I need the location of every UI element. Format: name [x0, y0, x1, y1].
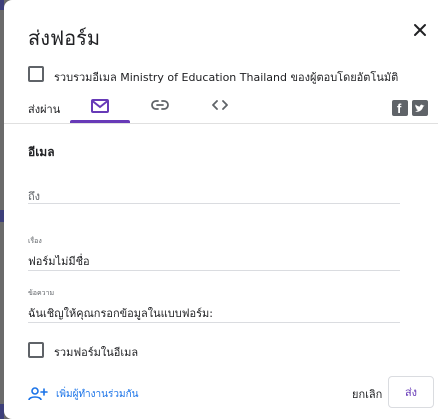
- facebook-icon: f: [397, 101, 402, 116]
- collect-emails-checkbox[interactable]: [28, 66, 44, 82]
- message-underline: [28, 322, 400, 323]
- to-field[interactable]: ถึง: [28, 180, 400, 204]
- subject-field[interactable]: เรื่อง ฟอร์มไม่มีชื่อ: [28, 236, 400, 272]
- collect-emails-label: รวบรวมอีเมล Ministry of Education Thaila…: [54, 71, 399, 84]
- embed-icon: [212, 100, 228, 110]
- twitter-icon: [415, 104, 425, 112]
- twitter-share-button[interactable]: [412, 100, 428, 116]
- include-form-checkbox[interactable]: [28, 342, 44, 358]
- include-form-label: รวมฟอร์มในอีเมล: [54, 346, 139, 359]
- dialog-title: ส่งฟอร์ม: [28, 26, 101, 50]
- send-button[interactable]: ส่ง: [388, 376, 434, 408]
- add-collaborators-button[interactable]: เพิ่มผู้ทำงานร่วมกัน: [28, 384, 138, 404]
- subject-value: ฟอร์มไม่มีชื่อ: [28, 255, 90, 268]
- message-label: ข้อความ: [28, 289, 55, 297]
- cancel-button[interactable]: ยกเลิก: [352, 385, 382, 403]
- send-method-tabs: ส่งผ่าน: [4, 98, 438, 124]
- tab-embed[interactable]: [190, 98, 250, 124]
- close-button[interactable]: [408, 18, 432, 42]
- mail-icon: [91, 99, 109, 113]
- add-person-icon: [28, 387, 48, 401]
- to-underline: [28, 203, 400, 204]
- send-via-label: ส่งผ่าน: [28, 103, 61, 116]
- add-collaborators-label: เพิ่มผู้ทำงานร่วมกัน: [56, 388, 139, 400]
- message-value: ฉันเชิญให้คุณกรอกข้อมูลในแบบฟอร์ม:: [28, 307, 213, 320]
- send-form-dialog: ส่งฟอร์ม รวบรวมอีเมล Ministry of Educati…: [4, 0, 438, 419]
- link-icon: [151, 100, 169, 110]
- subject-underline: [28, 270, 400, 271]
- tab-link[interactable]: [130, 98, 190, 124]
- tabs-divider: [4, 123, 438, 124]
- close-icon: [414, 24, 426, 36]
- subject-label: เรื่อง: [28, 237, 42, 245]
- facebook-share-button[interactable]: f: [392, 100, 408, 116]
- email-section-title: อีเมล: [28, 145, 55, 159]
- message-field[interactable]: ข้อความ ฉันเชิญให้คุณกรอกข้อมูลในแบบฟอร์…: [28, 288, 400, 324]
